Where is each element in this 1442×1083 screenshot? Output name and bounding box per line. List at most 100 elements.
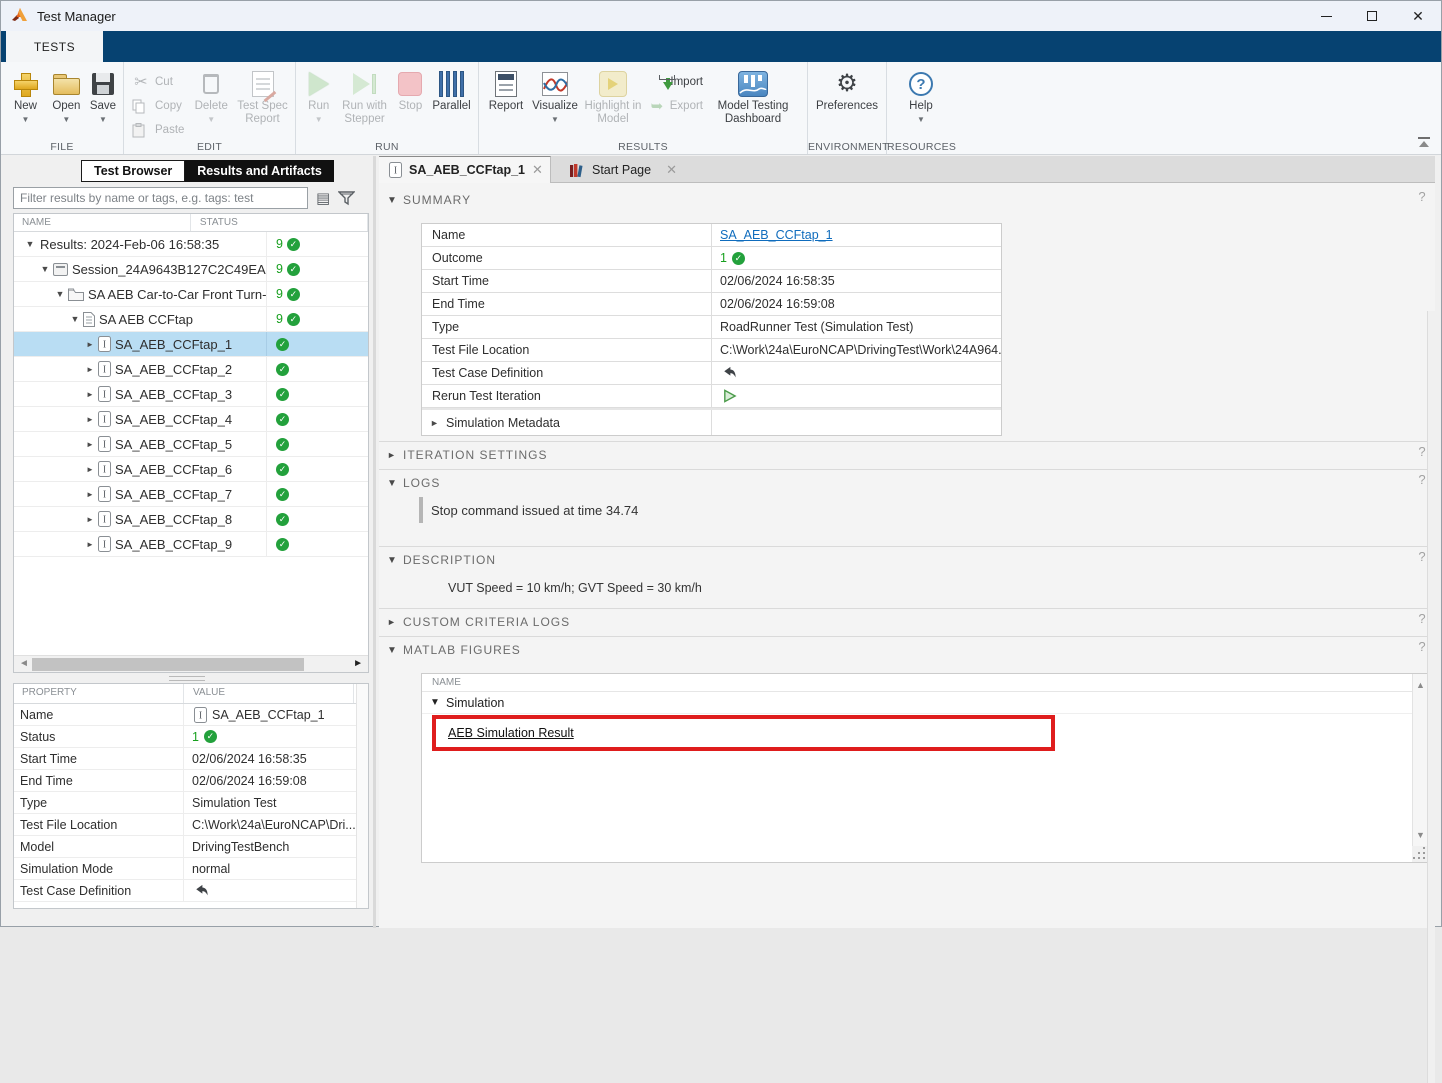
tree-row[interactable]: ►ISA_AEB_CCFtap_3✓: [14, 382, 368, 407]
property-value: 1✓: [184, 730, 368, 744]
tree-row[interactable]: ▼SA AEB CCFtap9✓: [14, 307, 368, 332]
section-matlab-figures-header[interactable]: ▼ MATLAB FIGURES: [387, 639, 521, 661]
scroll-left-icon[interactable]: ◄: [19, 658, 29, 669]
expand-arrow-icon[interactable]: ►: [84, 540, 96, 549]
tree-row[interactable]: ►ISA_AEB_CCFtap_9✓: [14, 532, 368, 557]
goto-icon[interactable]: [722, 366, 737, 380]
close-button[interactable]: ✕: [1395, 1, 1441, 31]
tree-row[interactable]: ►ISA_AEB_CCFtap_2✓: [14, 357, 368, 382]
expand-arrow-icon[interactable]: ►: [84, 340, 96, 349]
preferences-button[interactable]: ⚙ Preferences: [812, 66, 882, 138]
collapse-arrow-icon[interactable]: ▼: [69, 314, 81, 324]
export-button[interactable]: ➥Export: [645, 94, 707, 118]
goto-icon[interactable]: [194, 884, 209, 898]
main-splitter[interactable]: [373, 156, 376, 928]
close-tab-icon[interactable]: ✕: [666, 162, 677, 178]
test-case-link[interactable]: SA_AEB_CCFtap_1: [720, 228, 833, 242]
test-spec-report-icon: [252, 71, 274, 97]
expand-arrow-icon[interactable]: ►: [84, 365, 96, 374]
model-testing-dashboard-button[interactable]: Model Testing Dashboard: [707, 66, 799, 138]
dashboard-icon: [738, 71, 768, 97]
open-button[interactable]: Open▼: [46, 66, 87, 138]
scrollbar-thumb[interactable]: [32, 658, 304, 671]
expand-arrow-icon[interactable]: ►: [84, 490, 96, 499]
tree-row[interactable]: ►ISA_AEB_CCFtap_7✓: [14, 482, 368, 507]
filter-list-icon[interactable]: ▤: [316, 189, 330, 207]
expand-arrow-icon[interactable]: ►: [84, 415, 96, 424]
delete-button[interactable]: Delete▼: [188, 66, 234, 138]
collapse-arrow-icon[interactable]: ▼: [54, 289, 66, 299]
tree-row[interactable]: ►ISA_AEB_CCFtap_8✓: [14, 507, 368, 532]
expand-arrow-icon[interactable]: ►: [84, 440, 96, 449]
tab-tests[interactable]: TESTS: [6, 31, 103, 62]
section-custom-criteria-header[interactable]: ► CUSTOM CRITERIA LOGS: [387, 611, 570, 633]
scroll-up-icon[interactable]: ▲: [1416, 680, 1425, 690]
scroll-down-icon[interactable]: ▼: [1416, 830, 1425, 840]
run-with-stepper-button[interactable]: Run with Stepper: [337, 66, 391, 138]
aeb-simulation-result-link[interactable]: AEB Simulation Result: [448, 726, 574, 740]
maximize-button[interactable]: [1349, 1, 1395, 31]
svg-text:I: I: [103, 465, 106, 476]
doc-tab-test-result[interactable]: I SA_AEB_CCFtap_1 ✕: [379, 156, 551, 183]
tree-row[interactable]: ▼Session_24A9643B127C2C49EA9✓: [14, 257, 368, 282]
stop-button[interactable]: Stop: [392, 66, 429, 138]
figures-group-simulation[interactable]: ▼ Simulation: [422, 692, 1428, 714]
run-button[interactable]: Run▼: [300, 66, 337, 138]
help-button[interactable]: ? Help▼: [891, 66, 951, 138]
funnel-icon[interactable]: [338, 190, 355, 206]
collapse-arrow-icon[interactable]: ▼: [39, 264, 51, 274]
section-summary-header[interactable]: ▼ SUMMARY: [387, 189, 471, 211]
open-folder-icon: [53, 74, 79, 94]
group-resources: ? Help▼ RESOURCES: [887, 62, 956, 154]
expand-arrow-icon[interactable]: ►: [84, 515, 96, 524]
summary-value: 02/06/2024 16:59:08: [712, 297, 1001, 311]
tab-results-and-artifacts[interactable]: Results and Artifacts: [185, 160, 334, 182]
tree-row[interactable]: ►ISA_AEB_CCFtap_6✓: [14, 457, 368, 482]
tree-row[interactable]: ▼Results: 2024-Feb-06 16:58:359✓: [14, 232, 368, 257]
left-panel-splitter[interactable]: [169, 676, 205, 681]
paste-button[interactable]: Paste: [128, 118, 188, 142]
section-logs-header[interactable]: ▼ LOGS: [387, 472, 440, 494]
tree-row[interactable]: ▼SA AEB Car-to-Car Front Turn-9✓: [14, 282, 368, 307]
testcase-icon: I: [98, 411, 111, 427]
close-tab-icon[interactable]: ✕: [532, 162, 543, 178]
resize-grip[interactable]: [1412, 846, 1428, 862]
expand-arrow-icon[interactable]: ►: [84, 390, 96, 399]
prop-scrollbar-track[interactable]: [356, 684, 368, 908]
doc-tab-start-page[interactable]: Start Page ✕: [559, 156, 687, 183]
new-button[interactable]: New▼: [5, 66, 46, 138]
figures-vertical-scrollbar[interactable]: ▲ ▼: [1412, 674, 1428, 862]
main-vertical-scrollbar[interactable]: [1427, 311, 1435, 1083]
property-value: Simulation Test: [184, 796, 368, 810]
tree-row[interactable]: ►ISA_AEB_CCFtap_1✓: [14, 332, 368, 357]
annotation-highlight-box: AEB Simulation Result: [432, 715, 1055, 751]
save-button[interactable]: Save▼: [87, 66, 119, 138]
report-button[interactable]: Report: [483, 66, 529, 138]
cut-button[interactable]: ✂Cut: [128, 70, 188, 94]
test-spec-report-button[interactable]: Test Spec Report: [234, 66, 291, 138]
property-label: Test Case Definition: [14, 880, 184, 901]
tree-row[interactable]: ►ISA_AEB_CCFtap_5✓: [14, 432, 368, 457]
collapse-ribbon-button[interactable]: [1417, 137, 1431, 149]
visualize-button[interactable]: Visualize▼: [529, 66, 581, 138]
help-summary-icon[interactable]: ?: [1415, 189, 1429, 204]
tree-horizontal-scrollbar[interactable]: ◄ ►: [14, 655, 368, 672]
tab-test-browser[interactable]: Test Browser: [81, 160, 185, 182]
minimize-button[interactable]: [1303, 1, 1349, 31]
pass-icon: ✓: [276, 513, 289, 526]
highlight-in-model-button[interactable]: Highlight in Model: [581, 66, 645, 138]
section-description-header[interactable]: ▼ DESCRIPTION: [387, 549, 496, 571]
filter-input[interactable]: [13, 187, 308, 209]
property-value: [184, 884, 368, 898]
copy-button[interactable]: Copy: [128, 94, 188, 118]
parallel-button[interactable]: Parallel: [429, 66, 474, 138]
section-iteration-header[interactable]: ► ITERATION SETTINGS: [387, 444, 547, 466]
scroll-right-icon[interactable]: ►: [353, 658, 363, 669]
import-button[interactable]: Import: [645, 70, 707, 94]
simulation-metadata-row[interactable]: ►Simulation Metadata: [422, 408, 1001, 435]
collapse-arrow-icon[interactable]: ▼: [24, 239, 36, 249]
divider: [379, 546, 1427, 547]
rerun-play-icon[interactable]: [722, 388, 737, 404]
expand-arrow-icon[interactable]: ►: [84, 465, 96, 474]
tree-row[interactable]: ►ISA_AEB_CCFtap_4✓: [14, 407, 368, 432]
